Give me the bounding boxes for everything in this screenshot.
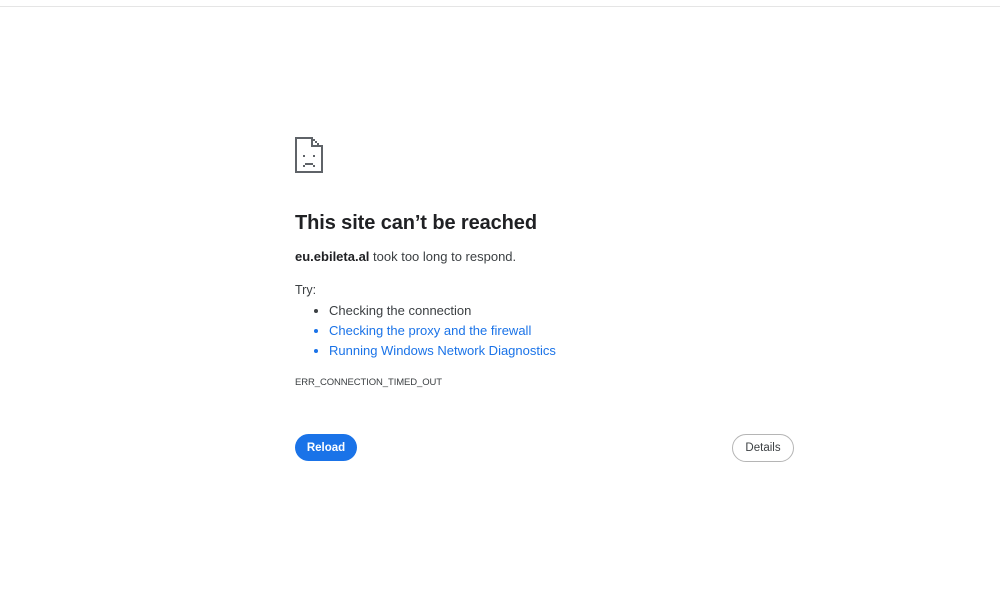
error-code: ERR_CONNECTION_TIMED_OUT bbox=[295, 377, 442, 388]
error-message: eu.ebileta.al took too long to respond. bbox=[295, 247, 795, 267]
details-button[interactable]: Details bbox=[732, 434, 794, 462]
suggestion-network-diagnostics[interactable]: Running Windows Network Diagnostics bbox=[329, 341, 795, 361]
top-divider bbox=[0, 6, 1000, 7]
host-name: eu.ebileta.al bbox=[295, 249, 370, 264]
sad-page-icon bbox=[295, 137, 323, 173]
error-message-text: took too long to respond. bbox=[369, 249, 517, 264]
suggestion-label: Checking the connection bbox=[329, 303, 472, 318]
reload-button[interactable]: Reload bbox=[295, 434, 357, 461]
suggestion-list: Checking the connection Checking the pro… bbox=[295, 301, 795, 361]
try-label: Try: bbox=[295, 283, 317, 297]
suggestion-check-connection: Checking the connection bbox=[329, 301, 795, 321]
suggestion-check-proxy-firewall[interactable]: Checking the proxy and the firewall bbox=[329, 321, 795, 341]
suggestion-link[interactable]: Checking the proxy and the firewall bbox=[329, 323, 531, 338]
suggestion-link[interactable]: Running Windows Network Diagnostics bbox=[329, 343, 556, 358]
error-title: This site can’t be reached bbox=[295, 212, 537, 234]
error-container: This site can’t be reached eu.ebileta.al… bbox=[295, 133, 795, 390]
